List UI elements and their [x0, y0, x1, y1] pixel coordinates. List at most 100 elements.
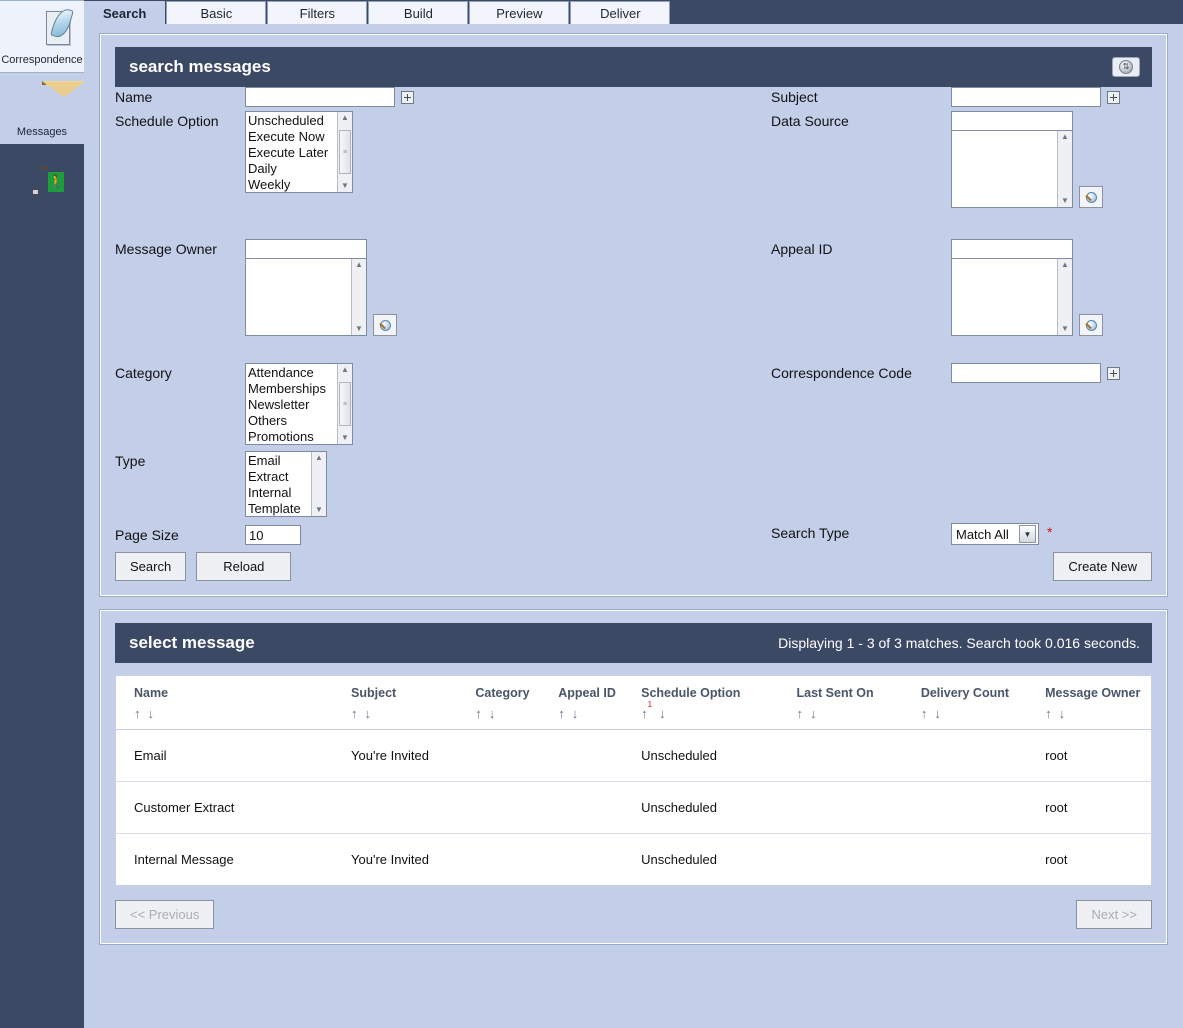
sidebar-item-logout[interactable]: 🚶	[0, 144, 84, 214]
tab-deliver[interactable]: Deliver	[570, 1, 671, 24]
tab-filters-label: Filters	[299, 6, 336, 21]
scroll-up-icon[interactable]: ▲	[315, 452, 323, 464]
field-schedule-option: Schedule Option Unscheduled Execute Now …	[115, 111, 535, 193]
table-row[interactable]: Customer Extract Unscheduled root	[115, 781, 1152, 835]
results-status-text: Displaying 1 - 3 of 3 matches. Search to…	[778, 635, 1140, 651]
previous-page-button[interactable]: << Previous	[115, 900, 215, 930]
exit-door-icon: 🚶	[0, 166, 84, 208]
field-search-type-label: Search Type	[771, 525, 850, 541]
data-source-input[interactable]	[951, 111, 1073, 131]
sort-asc-icon[interactable]: ↑	[558, 706, 565, 721]
cell-subject	[333, 781, 458, 835]
type-scrollbar[interactable]: ▲ ▼	[311, 452, 326, 516]
sort-desc-icon[interactable]: ↓	[365, 706, 372, 721]
name-input[interactable]	[245, 87, 395, 107]
sort-asc-icon[interactable]: ↑1	[641, 700, 652, 722]
cell-last-sent-on	[778, 729, 903, 783]
search-button[interactable]: Search	[115, 552, 187, 581]
chevron-down-icon[interactable]: ▼	[1019, 525, 1036, 543]
schedule-option-scrollbar[interactable]: ▲ ≡ ▼	[337, 112, 352, 192]
appeal-id-input[interactable]	[951, 239, 1073, 259]
create-new-button[interactable]: Create New	[1053, 552, 1152, 581]
tab-basic[interactable]: Basic	[166, 1, 267, 24]
scroll-up-icon[interactable]: ▲	[355, 259, 363, 271]
message-owner-lookup-button[interactable]	[373, 314, 397, 336]
sort-asc-icon[interactable]: ↑	[134, 706, 141, 721]
sidebar-item-correspondence[interactable]: Correspondence	[0, 0, 84, 73]
sort-controls: ↑ ↓	[351, 706, 457, 721]
message-owner-listbox[interactable]: ▲ ▼	[245, 258, 367, 336]
tab-filters[interactable]: Filters	[267, 1, 368, 24]
scroll-down-icon[interactable]: ▼	[341, 432, 349, 444]
category-listbox[interactable]: Attendance Memberships Newsletter Others…	[245, 363, 353, 445]
field-correspondence-code: Correspondence Code	[771, 363, 1183, 383]
data-source-scrollbar[interactable]: ▲ ▼	[1057, 131, 1072, 207]
subject-expand-icon[interactable]	[1107, 91, 1120, 104]
field-name-label: Name	[115, 89, 153, 105]
main-content: search messages ⇅ Name Schedule Option U…	[84, 24, 1183, 1028]
tab-preview[interactable]: Preview	[469, 1, 570, 24]
sort-asc-icon[interactable]: ↑	[1045, 706, 1052, 721]
cell-name[interactable]: Internal Message	[115, 833, 334, 886]
name-expand-icon[interactable]	[401, 91, 414, 104]
sort-desc-icon[interactable]: ↓	[659, 706, 666, 721]
appeal-id-lookup-button[interactable]	[1079, 314, 1103, 336]
tab-build[interactable]: Build	[368, 1, 469, 24]
scroll-down-icon[interactable]: ▼	[341, 180, 349, 192]
subject-input[interactable]	[951, 87, 1101, 107]
type-listbox[interactable]: Email Extract Internal Template ▲ ▼	[245, 451, 327, 517]
sort-controls: ↑ ↓	[797, 706, 903, 721]
category-scrollbar[interactable]: ▲ ≡ ▼	[337, 364, 352, 444]
correspondence-code-input[interactable]	[951, 363, 1101, 383]
sort-desc-icon[interactable]: ↓	[1059, 706, 1066, 721]
sort-asc-icon[interactable]: ↑	[797, 706, 804, 721]
search-messages-panel: search messages ⇅ Name Schedule Option U…	[99, 33, 1168, 597]
sort-controls: ↑ ↓	[921, 706, 1027, 721]
page-size-input[interactable]	[245, 525, 301, 545]
field-subject: Subject	[771, 87, 1183, 107]
sort-asc-icon[interactable]: ↑	[475, 706, 482, 721]
schedule-option-listbox[interactable]: Unscheduled Execute Now Execute Later Da…	[245, 111, 353, 193]
collapse-arrows-icon: ⇅	[1119, 60, 1133, 74]
cell-name[interactable]: Customer Extract	[115, 781, 334, 835]
sort-controls: ↑ ↓	[134, 706, 333, 721]
scroll-up-icon[interactable]: ▲	[341, 112, 349, 124]
column-header-delivery-count: Delivery Count ↑ ↓	[902, 675, 1028, 731]
sidebar-item-messages[interactable]: Messages	[0, 73, 86, 144]
table-row[interactable]: Email You're Invited Unscheduled root	[115, 729, 1152, 783]
appeal-id-listbox[interactable]: ▲ ▼	[951, 258, 1073, 336]
sort-desc-icon[interactable]: ↓	[148, 706, 155, 721]
magnifier-icon	[1084, 319, 1097, 331]
scroll-up-icon[interactable]: ▲	[1061, 259, 1069, 271]
scrollbar-thumb[interactable]: ≡	[339, 382, 351, 426]
field-search-type: Search Type Match All ▼ *	[771, 523, 1183, 545]
next-page-button[interactable]: Next >>	[1076, 900, 1152, 930]
appeal-id-scrollbar[interactable]: ▲ ▼	[1057, 259, 1072, 335]
sort-asc-icon[interactable]: ↑	[351, 706, 358, 721]
message-owner-scrollbar[interactable]: ▲ ▼	[351, 259, 366, 335]
scroll-down-icon[interactable]: ▼	[355, 323, 363, 335]
scroll-down-icon[interactable]: ▼	[1061, 323, 1069, 335]
message-owner-input[interactable]	[245, 239, 367, 259]
sort-controls: ↑1 ↓	[641, 700, 778, 722]
sort-asc-glyph: ↑	[641, 706, 648, 722]
tab-search[interactable]: Search	[84, 1, 166, 24]
sort-desc-icon[interactable]: ↓	[572, 706, 579, 721]
sort-desc-icon[interactable]: ↓	[810, 706, 817, 721]
scroll-down-icon[interactable]: ▼	[315, 504, 323, 516]
search-type-select[interactable]: Match All ▼	[951, 523, 1039, 545]
data-source-listbox[interactable]: ▲ ▼	[951, 130, 1073, 208]
sort-asc-icon[interactable]: ↑	[921, 706, 928, 721]
data-source-lookup-button[interactable]	[1079, 186, 1103, 208]
sort-desc-icon[interactable]: ↓	[934, 706, 941, 721]
collapse-panel-button[interactable]: ⇅	[1112, 57, 1140, 77]
scroll-up-icon[interactable]: ▲	[341, 364, 349, 376]
reload-button[interactable]: Reload	[196, 552, 292, 581]
sort-desc-icon[interactable]: ↓	[489, 706, 496, 721]
scrollbar-thumb[interactable]: ≡	[339, 130, 351, 174]
scroll-up-icon[interactable]: ▲	[1061, 131, 1069, 143]
correspondence-code-expand-icon[interactable]	[1107, 367, 1120, 380]
cell-name[interactable]: Email	[115, 729, 334, 783]
table-row[interactable]: Internal Message You're Invited Unschedu…	[115, 833, 1152, 886]
scroll-down-icon[interactable]: ▼	[1061, 195, 1069, 207]
